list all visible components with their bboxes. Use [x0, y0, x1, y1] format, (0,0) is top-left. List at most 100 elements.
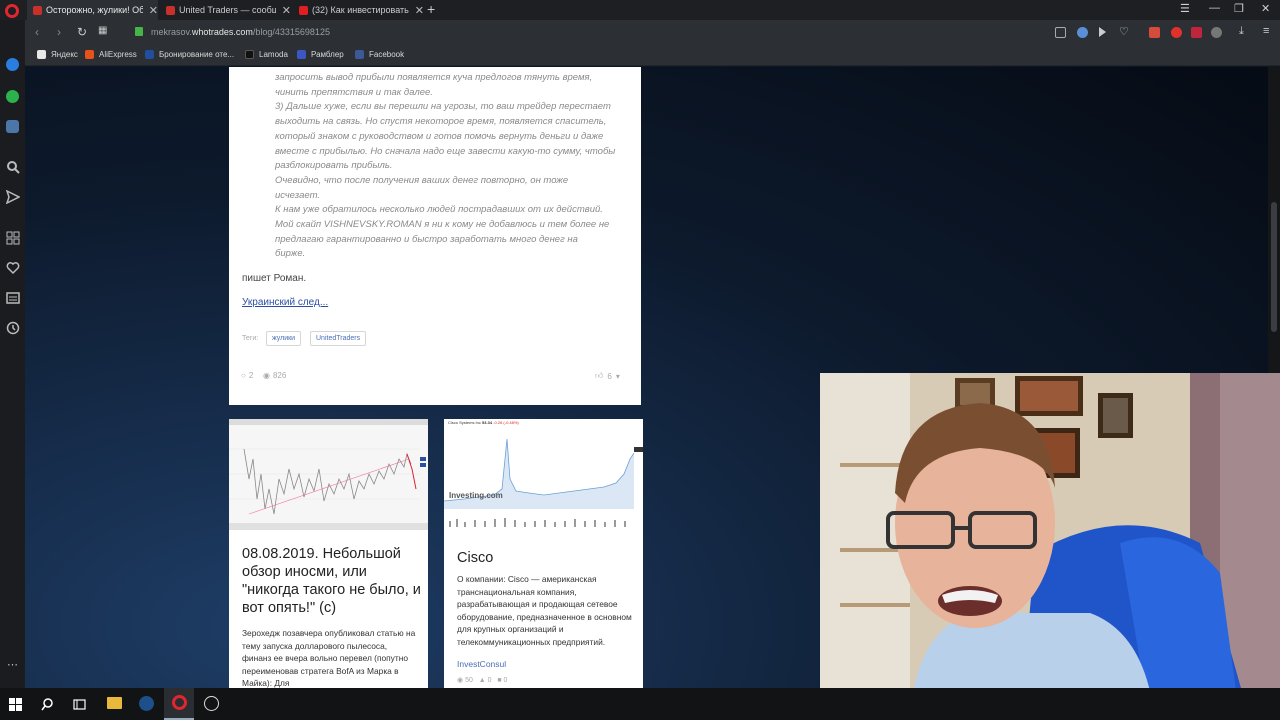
messenger-icon[interactable]: [6, 58, 19, 71]
extension-gray-icon[interactable]: [1211, 27, 1222, 38]
comment-icon[interactable]: ■: [497, 677, 501, 684]
download-icon[interactable]: ⤓: [1239, 25, 1244, 38]
yandex-icon: [37, 50, 46, 59]
close-window-button[interactable]: ✕: [1261, 2, 1270, 15]
likes-value: 0: [487, 677, 492, 684]
article-card-2[interactable]: Cisco Systems Inc 53.34 -0.26 (-0.48%) I…: [444, 419, 643, 692]
quote-line: Очевидно, что после получения ваших дене…: [275, 174, 569, 186]
tab-close-icon[interactable]: ✕: [415, 4, 424, 17]
forward-button[interactable]: ›: [57, 25, 61, 39]
bookmark-facebook[interactable]: Facebook: [355, 50, 404, 59]
obs-icon[interactable]: [204, 696, 219, 711]
article-author[interactable]: InvestConsul: [457, 659, 506, 669]
reload-button[interactable]: ↻: [77, 25, 87, 39]
bookmark-label: Яндекс: [51, 50, 78, 59]
thumbs-down-icon[interactable]: ▾: [616, 372, 620, 381]
quote-line: 3) Дальше хуже, если вы перешли на угроз…: [275, 101, 611, 113]
tab-favicon-icon: [33, 5, 42, 15]
bookmark-lamoda[interactable]: Lamoda: [245, 50, 288, 59]
sidebar-more-icon[interactable]: ⋯: [7, 658, 18, 671]
windows-start-icon[interactable]: [9, 698, 22, 711]
quote-line: разблокировать прибыль.: [275, 160, 393, 172]
extension-abp-icon[interactable]: [1149, 27, 1160, 38]
heart-toolbar-icon[interactable]: ♡: [1119, 25, 1129, 38]
article-title[interactable]: 08.08.2019. Небольшой обзор иносми, или …: [242, 545, 422, 617]
minimize-button[interactable]: —: [1209, 2, 1220, 14]
tab-close-icon[interactable]: ✕: [282, 4, 291, 17]
webcam-video-frame: [820, 373, 1280, 720]
opera-menu-icon[interactable]: [5, 4, 19, 18]
url-field[interactable]: mekrasov.whotrades.com/blog/43315698125: [151, 27, 330, 37]
easy-setup-icon[interactable]: ≡: [1263, 25, 1269, 37]
opera-icon: [172, 695, 187, 710]
heart-icon[interactable]: [6, 261, 20, 275]
news-icon[interactable]: [6, 291, 20, 305]
article-title[interactable]: Cisco: [457, 549, 493, 567]
likes-count[interactable]: 👍︎ 6 ▾: [595, 371, 620, 381]
tiles-icon[interactable]: ▦: [98, 25, 107, 36]
tag-zhuliki[interactable]: жулики: [266, 331, 302, 346]
vk-icon[interactable]: [6, 120, 19, 133]
whatsapp-icon[interactable]: [6, 90, 19, 103]
tab-menu-icon[interactable]: ☰: [1180, 2, 1190, 15]
tab-3[interactable]: (32) Как инвестировать в ✕: [293, 0, 424, 20]
youtube-favicon-icon: [299, 5, 308, 15]
file-explorer-icon[interactable]: [107, 697, 122, 709]
tags-label: Теги:: [242, 335, 259, 342]
task-view-icon[interactable]: [73, 698, 86, 711]
comments-count[interactable]: ○ 2: [241, 371, 253, 380]
bookmark-aliexpress[interactable]: AliExpress: [85, 50, 137, 59]
thumbs-up-icon[interactable]: ▲: [479, 677, 486, 684]
bookmark-label: Lamoda: [259, 50, 288, 59]
tab-1[interactable]: Осторожно, жулики! Об ✕: [27, 0, 158, 20]
search-icon[interactable]: [6, 160, 20, 174]
article-card-1[interactable]: 08.08.2019. Небольшой обзор иносми, или …: [229, 419, 428, 692]
tab-title: United Traders — сообщ: [179, 5, 276, 15]
opera-taskbar-button[interactable]: [164, 688, 194, 720]
history-icon[interactable]: [6, 321, 20, 335]
eye-icon: ◉: [457, 677, 464, 684]
booking-icon: [145, 50, 154, 59]
scrollbar-thumb[interactable]: [1271, 202, 1277, 332]
play-icon[interactable]: [1099, 27, 1106, 37]
extension-red-icon[interactable]: [1171, 27, 1182, 38]
tab-2[interactable]: United Traders — сообщ ✕: [160, 0, 291, 20]
speed-dial-icon[interactable]: [6, 231, 20, 245]
aliexpress-icon: [85, 50, 94, 59]
quote-line: вместе с прибылью. Но сначала надо еще з…: [275, 145, 616, 157]
webcam-overlay: [820, 373, 1280, 720]
facebook-icon: [355, 50, 364, 59]
article-stats: ◉ 50 ▲ 0 ■ 0: [457, 676, 507, 684]
quote-line: который знаком с руководством и готов по…: [275, 130, 604, 142]
new-tab-button[interactable]: +: [427, 1, 435, 17]
lamoda-icon: [245, 50, 254, 59]
quote-line: исчезает.: [275, 189, 321, 201]
bookmark-booking[interactable]: Бронирование оте...: [145, 50, 234, 59]
back-button[interactable]: ‹: [35, 25, 39, 39]
comments-value: 0: [503, 677, 508, 684]
send-icon[interactable]: [6, 190, 20, 204]
quote-line: запросить вывод прибыли появляется куча …: [275, 72, 593, 83]
extension-m-icon[interactable]: [1191, 27, 1202, 38]
quote-line: выходить на связь. Но спустя некоторое в…: [275, 116, 607, 128]
secure-lock-icon: [135, 27, 143, 36]
search-taskbar-icon[interactable]: [41, 698, 54, 711]
bookmark-rambler[interactable]: Рамблер: [297, 50, 344, 59]
steam-icon[interactable]: [139, 696, 154, 711]
likes-value: 6: [607, 371, 612, 381]
tab-favicon-icon: [166, 5, 175, 15]
quote-line: бирже.: [275, 248, 306, 260]
read-more-link[interactable]: Украинский след...: [242, 297, 328, 308]
tag-unitedtraders[interactable]: UnitedTraders: [310, 331, 367, 346]
article-excerpt: Зерохедж позавчера опубликовал статью на…: [242, 628, 416, 689]
restore-button[interactable]: ❐: [1234, 2, 1244, 15]
bookmarks-bar: Яндекс AliExpress Бронирование оте... La…: [25, 46, 1280, 66]
bookmark-yandex[interactable]: Яндекс: [37, 50, 78, 59]
shield-icon[interactable]: [1077, 27, 1088, 38]
investing-watermark: Investing.com: [449, 491, 503, 500]
views-count: ◉ 826: [263, 371, 286, 380]
tab-close-icon[interactable]: ✕: [149, 4, 158, 17]
camera-icon[interactable]: [1055, 27, 1066, 38]
quote-line: чинить препятствия и так далее.: [275, 86, 433, 98]
article-chart-thumbnail: [229, 419, 428, 530]
